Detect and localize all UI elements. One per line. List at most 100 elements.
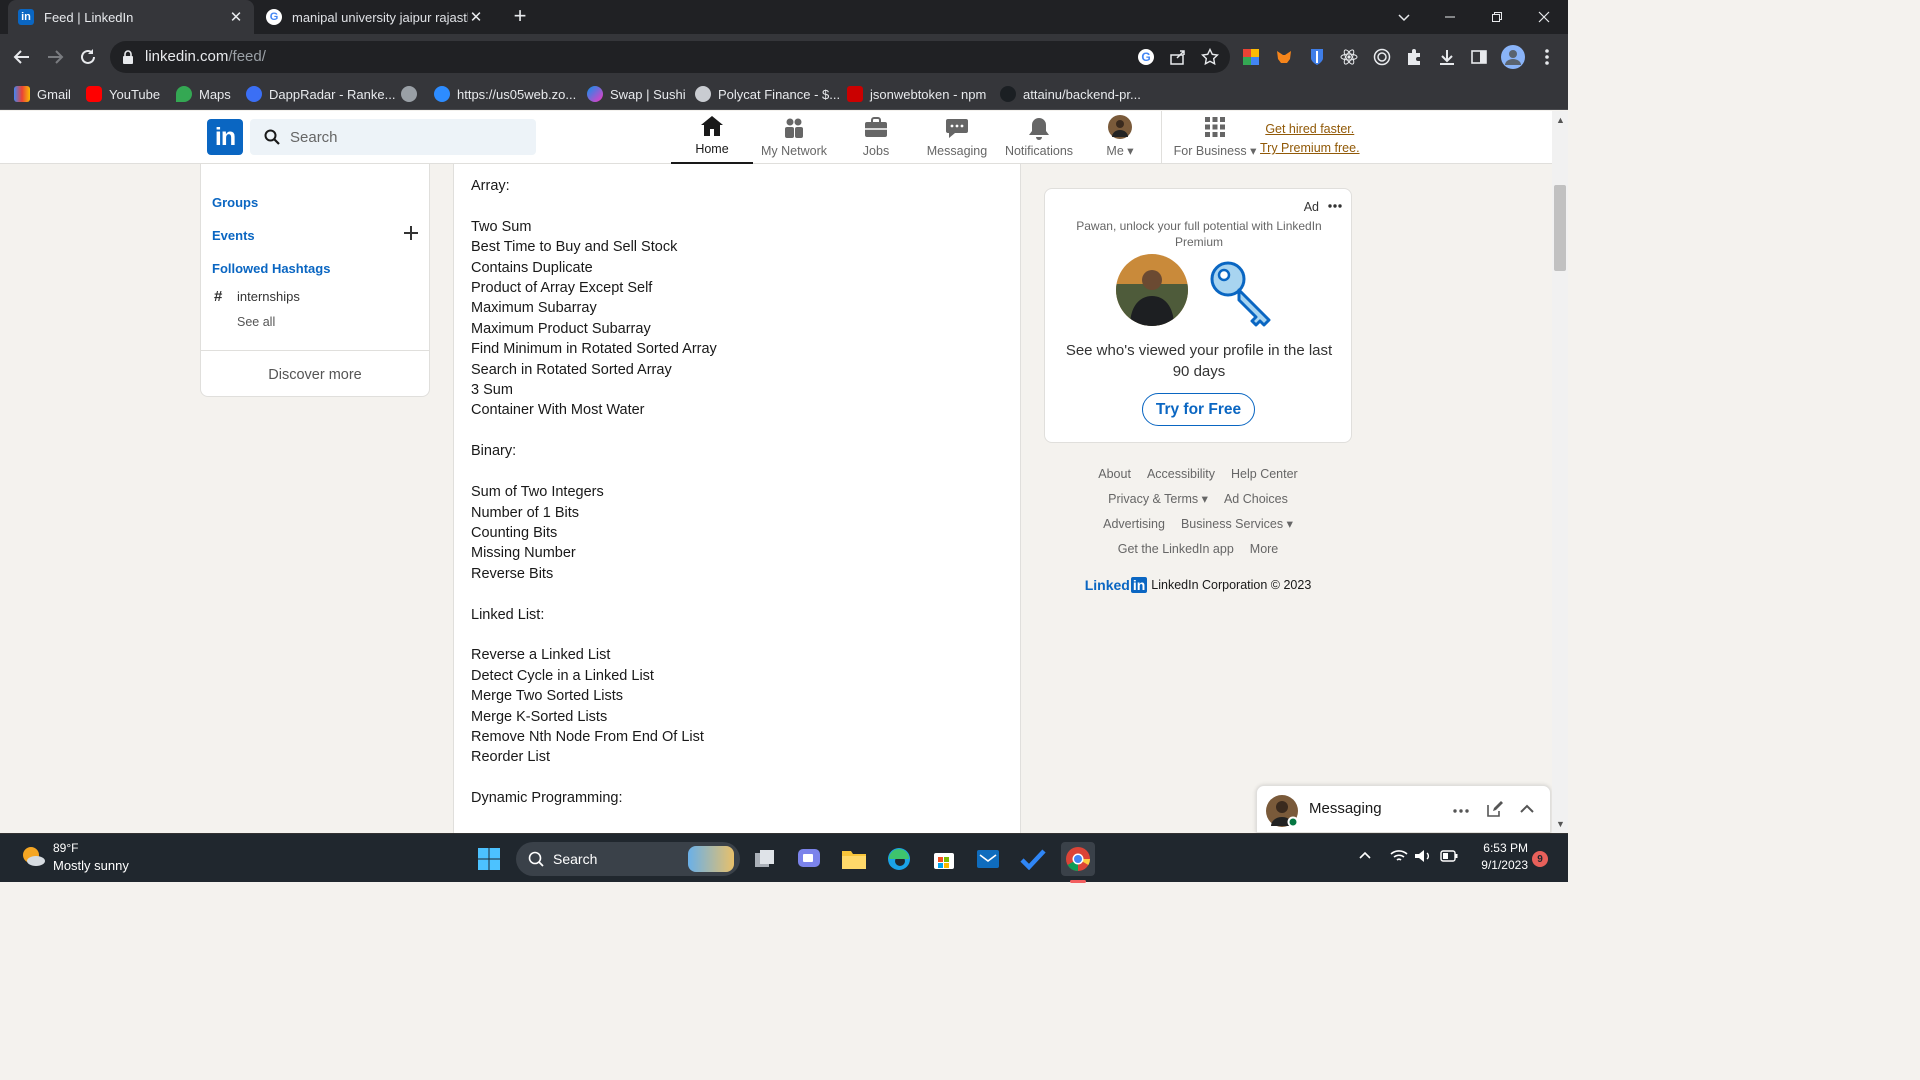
address-bar[interactable] <box>110 41 1230 73</box>
close-window-icon[interactable] <box>1521 0 1567 34</box>
taskbar-search[interactable]: Search <box>516 842 740 876</box>
share-icon[interactable] <box>1167 46 1189 68</box>
bookmark-polycat[interactable]: Polycat Finance - $... <box>695 84 840 104</box>
events-link[interactable]: Events <box>212 228 255 243</box>
chevron-up-icon[interactable] <box>1519 802 1535 816</box>
react-devtools-icon[interactable] <box>1338 46 1360 68</box>
nav-jobs[interactable]: Jobs <box>835 111 917 164</box>
bookmark-dappradar[interactable]: DappRadar - Ranke... <box>246 84 395 104</box>
add-event-icon[interactable] <box>404 226 418 240</box>
scrollbar-thumb[interactable] <box>1554 185 1566 271</box>
github-icon <box>1000 86 1016 102</box>
url-text[interactable]: linkedin.com/feed/ <box>145 48 266 65</box>
more-link[interactable]: More <box>1250 542 1278 556</box>
wifi-icon[interactable] <box>1390 849 1408 863</box>
volume-icon[interactable] <box>1414 849 1432 863</box>
new-tab-icon[interactable]: + <box>508 5 532 29</box>
messaging-title: Messaging <box>1309 800 1382 817</box>
privacy-terms-link[interactable]: Privacy & Terms ▾ <box>1108 491 1208 506</box>
edge-browser-icon[interactable] <box>882 842 916 876</box>
microsoft-store-icon[interactable] <box>927 842 961 876</box>
more-options-icon[interactable] <box>1453 804 1469 818</box>
nav-my-network[interactable]: My Network <box>753 111 835 164</box>
side-panel-icon[interactable] <box>1468 46 1490 68</box>
mail-app-icon[interactable] <box>971 842 1005 876</box>
key-icon <box>1208 259 1278 327</box>
nav-notifications[interactable]: Notifications <box>998 111 1080 164</box>
see-all-link[interactable]: See all <box>237 315 275 329</box>
tab-search-chevron-icon[interactable] <box>1381 0 1427 34</box>
tab-google-search[interactable]: G manipal university jaipur rajastha ✕ <box>256 0 494 34</box>
get-app-link[interactable]: Get the LinkedIn app <box>1118 542 1234 556</box>
more-options-icon[interactable] <box>1328 199 1342 213</box>
ad-label: Ad <box>1303 200 1319 214</box>
help-center-link[interactable]: Help Center <box>1231 467 1298 481</box>
nav-home[interactable]: Home <box>671 111 753 164</box>
forward-icon[interactable] <box>44 46 66 68</box>
bitwarden-icon[interactable] <box>1306 46 1328 68</box>
linkedin-logo[interactable]: in <box>207 119 243 155</box>
notification-count-badge[interactable]: 9 <box>1532 851 1548 867</box>
chrome-menu-icon[interactable] <box>1536 46 1558 68</box>
teams-chat-icon[interactable] <box>792 842 826 876</box>
windows-start-icon[interactable] <box>472 842 506 876</box>
get-hired-faster-link[interactable]: Get hired faster. <box>1260 120 1360 139</box>
bookmark-sushi[interactable]: Swap | Sushi <box>587 84 686 104</box>
search-input[interactable] <box>290 128 510 146</box>
hashtag-item[interactable]: # internships <box>214 288 300 305</box>
minimize-icon[interactable] <box>1427 0 1473 34</box>
bookmark-github[interactable]: attainu/backend-pr... <box>1000 84 1141 104</box>
about-link[interactable]: About <box>1098 467 1131 481</box>
nav-messaging[interactable]: Messaging <box>916 111 998 164</box>
close-tab-icon[interactable]: ✕ <box>228 8 244 26</box>
bookmark-star-icon[interactable] <box>1199 46 1221 68</box>
bookmark-zoom[interactable]: https://us05web.zo... <box>434 84 576 104</box>
file-explorer-icon[interactable] <box>837 842 871 876</box>
metamask-icon[interactable] <box>1273 46 1295 68</box>
advertising-link[interactable]: Advertising <box>1103 517 1165 531</box>
task-view-icon[interactable] <box>748 842 782 876</box>
bookmark-gmail[interactable]: Gmail <box>14 84 71 104</box>
profile-avatar[interactable] <box>1501 45 1525 69</box>
accessibility-link[interactable]: Accessibility <box>1147 467 1215 481</box>
scroll-down-arrow[interactable]: ▼ <box>1556 819 1565 829</box>
extension-colorful-icon[interactable] <box>1240 46 1262 68</box>
reload-icon[interactable] <box>77 46 99 68</box>
extensions-puzzle-icon[interactable] <box>1403 46 1425 68</box>
scroll-up-arrow[interactable]: ▲ <box>1556 115 1565 125</box>
lock-icon[interactable] <box>122 50 134 64</box>
followed-hashtags-link[interactable]: Followed Hashtags <box>212 261 330 276</box>
nav-me[interactable]: Me ▾ <box>1079 111 1161 164</box>
discover-more-link[interactable]: Discover more <box>201 367 429 383</box>
weather-sunny-icon[interactable] <box>20 844 46 870</box>
weather-desc[interactable]: Mostly sunny <box>53 858 129 873</box>
show-hidden-icons-chevron-icon[interactable] <box>1358 849 1372 861</box>
weather-temp[interactable]: 89°F <box>53 841 78 855</box>
search-box[interactable] <box>250 119 536 155</box>
target-extension-icon[interactable] <box>1371 46 1393 68</box>
download-icon[interactable] <box>1436 46 1458 68</box>
bookmark-maps[interactable]: Maps <box>176 84 231 104</box>
google-lens-icon[interactable]: G <box>1135 46 1157 68</box>
clock-date[interactable]: 9/1/2023 <box>1468 858 1528 872</box>
todo-check-icon[interactable] <box>1016 842 1050 876</box>
try-for-free-button[interactable]: Try for Free <box>1142 393 1255 426</box>
bookmark-youtube[interactable]: YouTube <box>86 84 160 104</box>
back-icon[interactable] <box>11 46 33 68</box>
business-services-link[interactable]: Business Services ▾ <box>1181 516 1293 531</box>
messaging-overlay[interactable]: Messaging <box>1256 785 1551 833</box>
restore-icon[interactable] <box>1474 0 1520 34</box>
bookmark-npm[interactable]: jsonwebtoken - npm <box>847 84 986 104</box>
chrome-taskbar-icon[interactable] <box>1061 842 1095 883</box>
page-scrollbar[interactable]: ▲ ▼ <box>1552 111 1568 833</box>
battery-icon[interactable] <box>1440 850 1458 862</box>
nav-for-business[interactable]: For Business ▾ <box>1172 111 1258 164</box>
groups-link[interactable]: Groups <box>212 195 258 210</box>
close-tab-icon[interactable]: ✕ <box>468 8 484 26</box>
ad-choices-link[interactable]: Ad Choices <box>1224 492 1288 506</box>
bookmark-globe[interactable] <box>401 84 424 104</box>
try-premium-link[interactable]: Try Premium free. <box>1260 139 1360 158</box>
clock-time[interactable]: 6:53 PM <box>1468 841 1528 855</box>
tab-linkedin-feed[interactable]: in Feed | LinkedIn ✕ <box>8 0 254 34</box>
compose-icon[interactable] <box>1486 800 1504 818</box>
